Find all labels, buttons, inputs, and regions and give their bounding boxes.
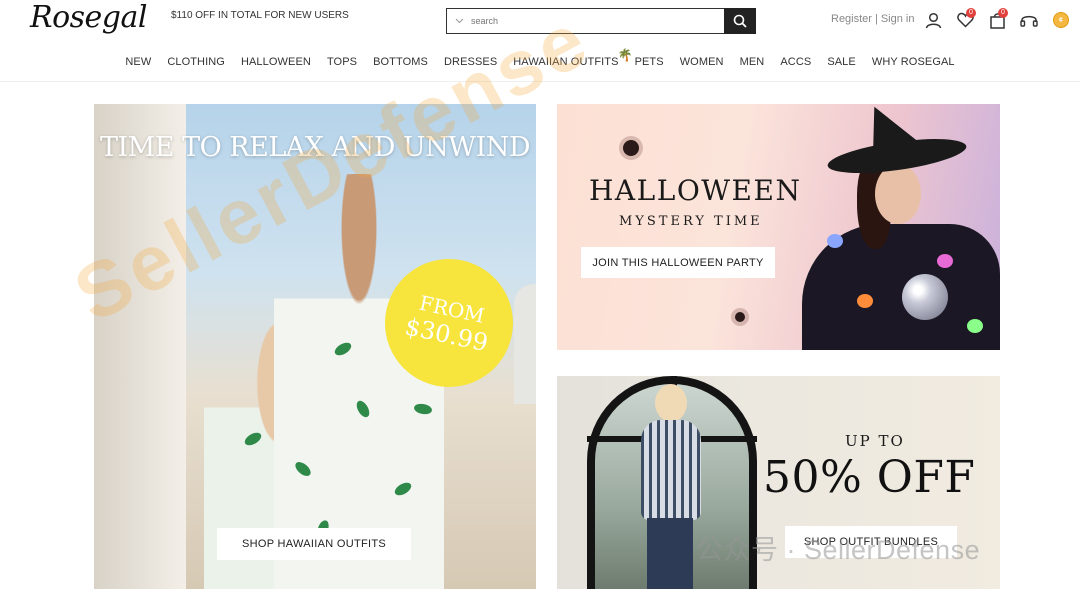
headset-icon[interactable]: [1013, 9, 1045, 31]
register-link[interactable]: Register: [831, 13, 872, 25]
nav-item-halloween[interactable]: HALLOWEEN: [233, 56, 319, 68]
pumpkin-print: [827, 234, 843, 248]
search-button[interactable]: [724, 8, 756, 34]
nav-item-women[interactable]: WOMEN: [672, 56, 732, 68]
coin-icon[interactable]: ¢: [1045, 9, 1077, 31]
nav-item-label: PETS: [634, 56, 664, 68]
shop-hawaiian-outfits-button[interactable]: SHOP HAWAIIAN OUTFITS: [217, 528, 411, 560]
nav-item-new[interactable]: NEW: [117, 56, 159, 68]
spider-icon: [735, 312, 745, 322]
witch-face-image: [875, 164, 921, 224]
halloween-subtitle: MYSTERY TIME: [619, 214, 763, 229]
pumpkin-print: [857, 294, 873, 308]
model-jeans: [647, 518, 693, 589]
nav-item-pets[interactable]: PETS: [627, 56, 672, 68]
plaid-top-model-image: [637, 384, 703, 589]
account-links: Register | Sign in: [831, 13, 914, 25]
nav-item-label: TOPS: [326, 56, 358, 68]
wall-image: [94, 104, 186, 589]
sale-upto-text: UP TO: [845, 432, 905, 450]
wishlist-count-badge: 0: [966, 8, 976, 18]
nav-item-label: WOMEN: [679, 56, 724, 68]
nav-item-label: ACCS: [780, 56, 812, 68]
nav-item-tops[interactable]: TOPS: [319, 56, 365, 68]
heart-icon[interactable]: 0: [949, 8, 981, 31]
nav-item-label: MEN: [739, 56, 765, 68]
join-halloween-party-button[interactable]: JOIN THIS HALLOWEEN PARTY: [581, 247, 775, 278]
nav-item-why-rosegal[interactable]: WHY ROSEGAL: [864, 56, 963, 68]
points-coin: ¢: [1053, 12, 1069, 28]
nav-item-clothing[interactable]: CLOTHING: [159, 56, 233, 68]
sale-percent-text: 50% OFF: [763, 452, 976, 503]
crystal-ball-image: [902, 274, 948, 320]
pumpkin-print: [937, 254, 953, 268]
site-logo[interactable]: Rosegal: [30, 0, 147, 35]
model-head: [655, 384, 687, 422]
nav-item-men[interactable]: MEN: [732, 56, 773, 68]
cart-count-badge: 0: [998, 8, 1008, 18]
nav-item-accs[interactable]: ACCS: [772, 56, 819, 68]
search-icon: [733, 14, 747, 28]
man-model-image: [274, 174, 444, 589]
signin-link[interactable]: Sign in: [881, 13, 915, 25]
spider-icon: [623, 140, 639, 156]
promo-banner-text[interactable]: $110 OFF IN TOTAL FOR NEW USERS: [171, 10, 349, 21]
arch-image: [514, 284, 536, 404]
nav-item-label: CLOTHING: [167, 56, 225, 68]
chevron-down-icon[interactable]: [447, 9, 471, 33]
user-icon[interactable]: [917, 9, 949, 31]
nav-item-label: NEW: [125, 56, 152, 68]
halloween-banner[interactable]: HALLOWEEN MYSTERY TIME JOIN THIS HALLOWE…: [557, 104, 1000, 350]
nav-item-sale[interactable]: SALE: [819, 56, 864, 68]
halloween-title: HALLOWEEN: [589, 174, 802, 207]
account-separator: |: [874, 13, 878, 25]
model-plaid-top: [641, 420, 701, 520]
nav-item-label: HALLOWEEN: [240, 56, 311, 68]
nav-item-label: SALE: [827, 56, 856, 68]
header-icons: 0 0 ¢: [917, 8, 1077, 31]
nav-item-label: BOTTOMS: [373, 56, 428, 68]
pumpkin-print: [967, 319, 983, 333]
nav-item-label: WHY ROSEGAL: [871, 56, 955, 68]
bag-icon[interactable]: 0: [981, 8, 1013, 31]
bottom-watermark: 公众号 · SellerDefense: [696, 535, 981, 565]
